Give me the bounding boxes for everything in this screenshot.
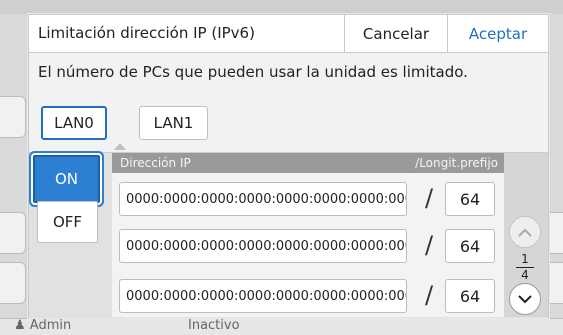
background-status-label: Inactivo [188,318,240,333]
prefix-separator: / [425,231,434,259]
background-button [0,96,26,138]
prefix-separator: / [425,184,434,212]
prefix-separator: / [425,281,434,309]
background-button [0,212,26,254]
page-indicator: 1 4 [509,253,541,282]
dialog-title: Limitación dirección IP (IPv6) [38,24,255,42]
ip-list-header: Dirección IP /Longit.prefijo [112,153,504,173]
chevron-up-icon [518,228,532,237]
cancel-button[interactable]: Cancelar [344,15,447,52]
ipv6-limit-dialog: Limitación dirección IP (IPv6) Cancelar … [28,14,549,318]
ip-address-column-header: Dirección IP [120,156,191,170]
tab-lan0[interactable]: LAN0 [41,106,107,140]
prefix-length-field[interactable]: 64 [445,229,495,263]
page-down-button[interactable] [509,283,541,315]
ip-address-field[interactable]: 0000:0000:0000:0000:0000:0000:0000:0000 [119,229,407,263]
ip-address-field[interactable]: 0000:0000:0000:0000:0000:0000:0000:0000 [119,182,407,216]
page-up-button[interactable] [509,216,541,248]
dialog-description: El número de PCs que pueden usar la unid… [38,63,468,81]
background-header [0,0,563,14]
on-button[interactable]: ON [33,155,100,203]
prefix-length-field[interactable]: 64 [445,182,495,216]
prefix-length-column-header: /Longit.prefijo [415,156,498,170]
off-button[interactable]: OFF [37,201,98,243]
prefix-length-field[interactable]: 64 [445,279,495,313]
dialog-titlebar: Limitación dirección IP (IPv6) Cancelar … [29,15,548,53]
total-pages: 4 [521,268,529,282]
background-status-bar [0,318,563,335]
tab-lan1[interactable]: LAN1 [139,106,208,140]
chevron-down-icon [518,294,532,303]
background-button [0,262,26,304]
accept-button[interactable]: Aceptar [447,15,548,52]
ip-address-field[interactable]: 0000:0000:0000:0000:0000:0000:0000:0000 [119,279,407,313]
background-user-label: ♟ Admin [14,318,72,333]
tab-pointer-icon [114,143,126,150]
current-page: 1 [521,252,529,266]
